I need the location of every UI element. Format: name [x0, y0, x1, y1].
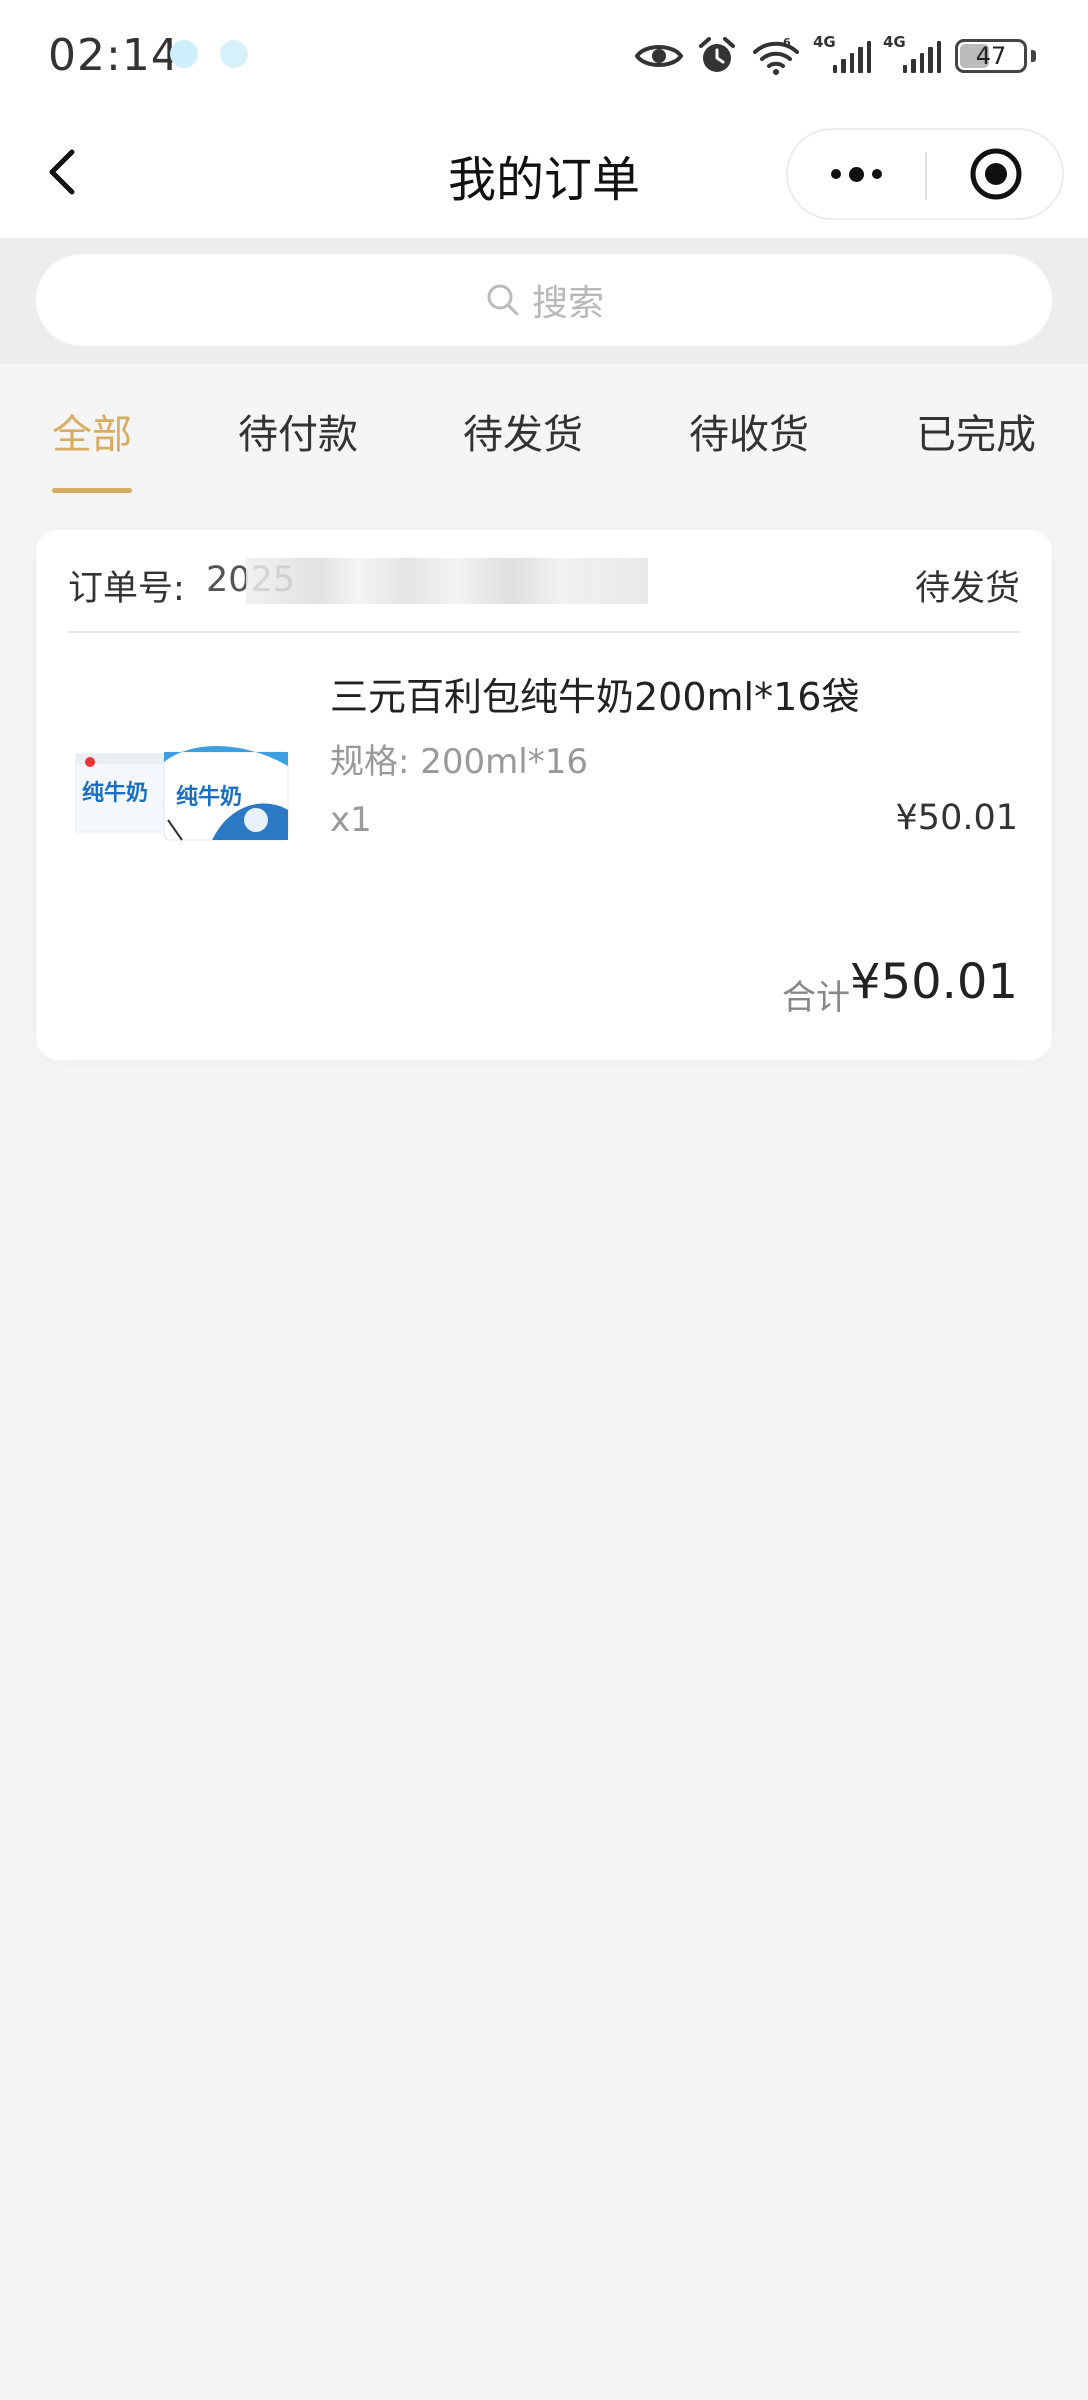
battery-level: 47	[975, 42, 1007, 70]
product-spec: 规格: 200ml*16	[330, 742, 588, 782]
tab-pending-payment[interactable]: 待付款	[238, 402, 358, 460]
more-button[interactable]	[788, 130, 925, 218]
card-divider	[68, 631, 1020, 633]
alarm-icon	[699, 37, 735, 72]
product-price: ¥50.01	[895, 798, 1018, 838]
search-input[interactable]: 搜索	[36, 254, 1052, 346]
mini-program-capsule	[786, 128, 1064, 220]
search-icon	[487, 284, 519, 316]
product-image-text: 纯牛奶	[176, 784, 242, 810]
battery-tip	[1031, 50, 1036, 62]
tab-pending-receipt[interactable]: 待收货	[689, 402, 809, 460]
signal-label: 4G	[883, 33, 906, 51]
status-bar: 02:14 6 4G 4G 47	[0, 0, 1088, 112]
order-number-label: 订单号:	[68, 569, 185, 609]
product-quantity: x1	[330, 800, 372, 840]
order-card[interactable]: 订单号: 2025 待发货 纯牛奶 纯牛奶 三元百利包纯牛奶200ml*16袋 …	[36, 530, 1052, 1060]
target-icon	[970, 148, 1021, 200]
tab-all[interactable]: 全部	[52, 402, 132, 460]
signal-icon: 4G	[813, 33, 872, 73]
status-icons: 6 4G 4G 47	[635, 28, 1036, 84]
order-tabs: 全部 待付款 待发货 待收货 已完成	[0, 364, 1088, 514]
order-number-redaction	[246, 558, 648, 604]
search-area: 搜索	[0, 238, 1088, 364]
total-label: 合计	[782, 978, 850, 1018]
close-button[interactable]	[927, 130, 1064, 218]
nav-bar: 我的订单	[0, 112, 1088, 238]
total-value: ¥50.01	[850, 954, 1018, 1010]
order-status: 待发货	[914, 569, 1020, 609]
signal-icon: 4G	[883, 33, 942, 73]
battery-icon: 47	[955, 39, 1027, 73]
product-name[interactable]: 三元百利包纯牛奶200ml*16袋	[330, 666, 859, 721]
tab-pending-shipment[interactable]: 待发货	[463, 402, 583, 460]
notification-icon	[170, 40, 198, 68]
signal-label: 4G	[813, 33, 836, 51]
search-placeholder: 搜索	[531, 283, 604, 324]
more-icon	[831, 166, 882, 182]
tab-active-indicator	[52, 488, 132, 493]
page: 02:14 6 4G 4G 47 我的订单 搜索 全部 待付款 待发货 待收货 …	[0, 0, 1088, 2400]
product-image-text: 纯牛奶	[82, 780, 148, 806]
eye-icon	[635, 45, 683, 67]
status-time: 02:14	[48, 30, 180, 81]
wifi-icon: 6	[753, 36, 799, 75]
product-image[interactable]: 纯牛奶 纯牛奶	[72, 670, 292, 870]
notification-icon	[220, 40, 248, 68]
tab-completed[interactable]: 已完成	[916, 402, 1036, 460]
